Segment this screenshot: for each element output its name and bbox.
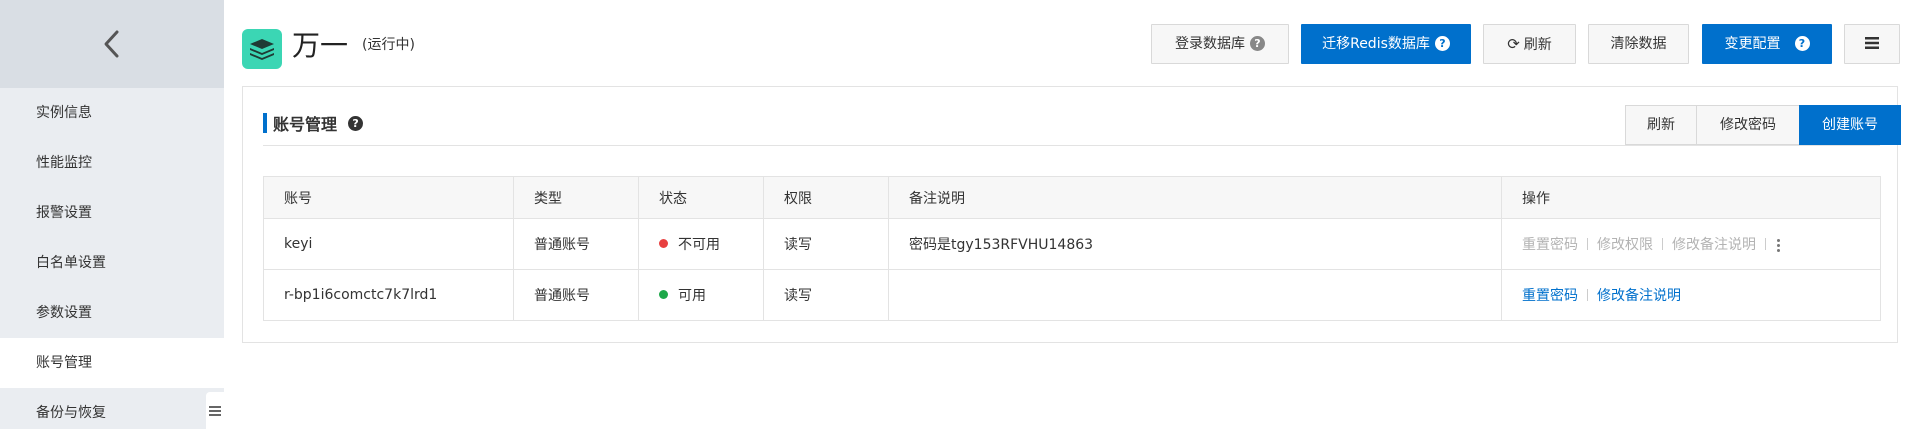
migrate-redis-button[interactable]: 迁移Redis数据库?: [1301, 24, 1471, 64]
account-actions: 重置密码 修改权限 修改备注说明: [1501, 218, 1881, 270]
database-stack-icon: [250, 39, 274, 60]
login-database-button[interactable]: 登录数据库?: [1151, 24, 1289, 64]
refresh-button[interactable]: ⟳ 刷新: [1483, 24, 1576, 64]
change-password-button[interactable]: 修改密码: [1696, 105, 1800, 145]
sidebar-item-params[interactable]: 参数设置: [0, 288, 224, 338]
account-table: 账号 类型 状态 权限 备注说明 操作 keyi 普通账号 不可用 读写 密码是…: [263, 176, 1881, 321]
divider: [1587, 238, 1588, 250]
panel-divider: [263, 145, 1880, 146]
migrate-redis-label: 迁移Redis数据库: [1322, 36, 1430, 52]
column-header-account: 账号: [263, 176, 514, 219]
reset-password-link[interactable]: 重置密码: [1522, 285, 1578, 305]
account-actions: 重置密码 修改备注说明: [1501, 269, 1881, 321]
clear-data-button[interactable]: 清除数据: [1588, 24, 1689, 64]
page-title: 万一: [292, 29, 349, 62]
status-available-dot: [659, 290, 668, 299]
redis-app-icon: [242, 29, 282, 69]
login-database-label: 登录数据库: [1175, 36, 1245, 52]
panel-refresh-button[interactable]: 刷新: [1625, 105, 1697, 145]
table-header-row: 账号 类型 状态 权限 备注说明 操作: [263, 176, 1881, 219]
divider: [1765, 238, 1766, 250]
back-button[interactable]: [0, 0, 224, 88]
account-permission: 读写: [763, 218, 889, 270]
column-header-note: 备注说明: [888, 176, 1502, 219]
account-status: 不可用: [638, 218, 764, 270]
panel-title: 账号管理: [273, 115, 338, 134]
refresh-icon: ⟳: [1507, 35, 1520, 53]
panel-heading: 账号管理 ?: [263, 113, 364, 134]
status-unavailable-dot: [659, 239, 668, 248]
column-header-actions: 操作: [1501, 176, 1881, 219]
sidebar-collapse-handle[interactable]: [206, 392, 224, 429]
account-note: 密码是tgy153RFVHU14863: [888, 218, 1502, 270]
more-vertical-icon[interactable]: [1777, 237, 1780, 254]
sidebar-item-performance[interactable]: 性能监控: [0, 138, 224, 188]
question-icon: ?: [1434, 36, 1450, 51]
menu-icon: [209, 405, 221, 416]
status-label: 可用: [678, 288, 706, 304]
sidebar-item-whitelist[interactable]: 白名单设置: [0, 238, 224, 288]
clear-data-label: 清除数据: [1610, 36, 1667, 52]
modify-note-link[interactable]: 修改备注说明: [1672, 234, 1756, 254]
panel-toolbar: 刷新 修改密码 创建账号: [1625, 105, 1901, 145]
sidebar-item-accounts[interactable]: 账号管理: [0, 338, 224, 388]
sidebar: 实例信息 性能监控 报警设置 白名单设置 参数设置 账号管理 备份与恢复: [0, 0, 224, 429]
help-icon[interactable]: ?: [348, 115, 364, 131]
column-header-type: 类型: [513, 176, 639, 219]
account-name: r-bp1i6comctc7k7lrd1: [263, 269, 514, 321]
chevron-left-icon: [104, 30, 119, 58]
change-config-label: 变更配置: [1724, 36, 1781, 52]
main-content: 万一 (运行中) 登录数据库? 迁移Redis数据库? ⟳ 刷新 清除数据 变更配…: [224, 0, 1916, 429]
table-row: r-bp1i6comctc7k7lrd1 普通账号 可用 读写 重置密码 修改备注…: [263, 269, 1881, 321]
sidebar-item-backup[interactable]: 备份与恢复: [0, 388, 224, 429]
sidebar-item-alarm[interactable]: 报警设置: [0, 188, 224, 238]
divider: [1662, 238, 1663, 250]
account-name: keyi: [263, 218, 514, 270]
heading-accent-bar: [263, 113, 267, 133]
menu-icon: [1865, 37, 1879, 49]
account-type: 普通账号: [513, 218, 639, 270]
divider: [1587, 289, 1588, 301]
more-menu-button[interactable]: [1844, 24, 1900, 64]
page-header: 万一 (运行中) 登录数据库? 迁移Redis数据库? ⟳ 刷新 清除数据 变更配…: [224, 0, 1916, 86]
create-account-button[interactable]: 创建账号: [1799, 105, 1901, 145]
sidebar-item-instance-info[interactable]: 实例信息: [0, 88, 224, 138]
instance-status: (运行中): [362, 37, 415, 53]
column-header-status: 状态: [638, 176, 764, 219]
modify-note-link[interactable]: 修改备注说明: [1597, 285, 1681, 305]
reset-password-link[interactable]: 重置密码: [1522, 234, 1578, 254]
column-header-permission: 权限: [763, 176, 889, 219]
table-row: keyi 普通账号 不可用 读写 密码是tgy153RFVHU14863 重置密…: [263, 218, 1881, 270]
account-permission: 读写: [763, 269, 889, 321]
status-label: 不可用: [678, 237, 720, 253]
account-status: 可用: [638, 269, 764, 321]
account-type: 普通账号: [513, 269, 639, 321]
refresh-label: 刷新: [1523, 37, 1552, 53]
question-icon: ?: [1794, 36, 1810, 51]
account-panel: 账号管理 ? 刷新 修改密码 创建账号 账号 类型 状态 权限 备注说明 操作 …: [242, 86, 1901, 343]
question-icon: ?: [1250, 36, 1265, 51]
account-note: [888, 269, 1502, 321]
change-config-button[interactable]: 变更配置?: [1702, 24, 1832, 64]
modify-permission-link[interactable]: 修改权限: [1597, 234, 1653, 254]
